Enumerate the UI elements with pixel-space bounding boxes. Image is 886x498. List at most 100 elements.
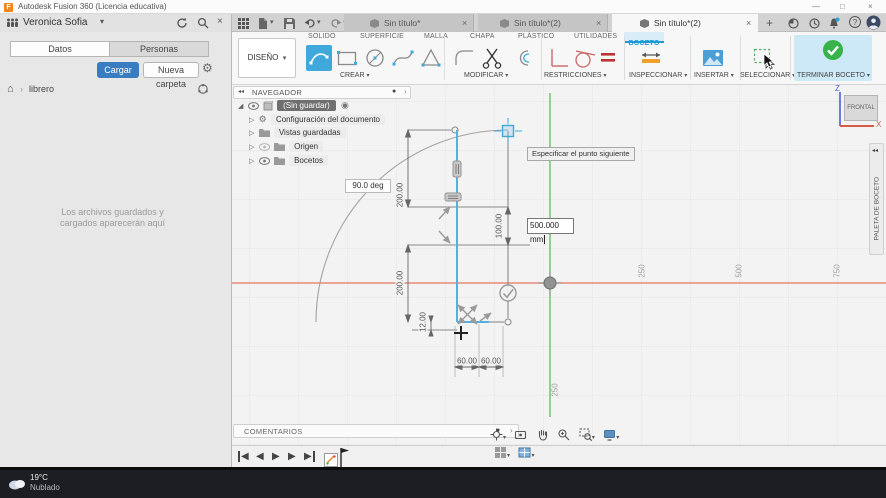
dimension-60-left[interactable]: 60.00 [455, 356, 479, 366]
item-label[interactable]: Configuración del documento [270, 114, 386, 125]
maximize-button[interactable]: □ [840, 0, 845, 14]
polygon-tool[interactable] [418, 45, 444, 71]
look-at-icon[interactable] [514, 428, 527, 441]
upload-button[interactable]: Cargar [97, 62, 139, 78]
chevron-down-icon[interactable]: ▾ [100, 17, 104, 26]
close-panel-icon[interactable]: × [217, 16, 223, 27]
dimension-100[interactable]: 100.00 [494, 212, 504, 240]
doc-tab-label[interactable]: Sin título*(2) [654, 14, 701, 32]
user-menu[interactable]: Veronica Sofia [23, 17, 88, 28]
navigator-item-vistas[interactable]: ▷ Vistas guardadas [249, 127, 346, 141]
eye-icon[interactable] [258, 156, 270, 165]
item-label[interactable]: Vistas guardadas [273, 127, 346, 138]
refresh-icon[interactable] [176, 17, 188, 29]
collapse-icon[interactable]: ◂◂ [872, 147, 878, 154]
dimension-12[interactable]: 12.00 [418, 310, 428, 334]
section-restricciones[interactable]: RESTRICCIONES ▾ [544, 72, 607, 79]
close-tab-icon[interactable]: × [746, 14, 751, 32]
doc-tab-1[interactable]: Sin título* × [344, 14, 474, 32]
spline-tool[interactable] [390, 45, 416, 71]
navigator-item-bocetos[interactable]: ▷ Bocetos [249, 155, 328, 169]
circle-tool[interactable] [362, 45, 388, 71]
close-tab-icon[interactable]: × [462, 14, 467, 32]
viewports-icon[interactable] [518, 446, 531, 459]
doc-tab-2[interactable]: Sin título*(2) × [478, 14, 608, 32]
close-window-button[interactable]: × [868, 0, 873, 14]
ribbon-tab-plastico[interactable]: PLÁSTICO [518, 33, 554, 40]
sketch-palette-collapsed[interactable]: ◂◂ PALETA DE BOCETO [869, 143, 884, 255]
doc-tab-3-active[interactable]: Sin título*(2) × [612, 14, 758, 32]
zoom-icon[interactable] [557, 428, 570, 441]
ribbon-tab-chapa[interactable]: CHAPA [470, 33, 495, 40]
undo-icon[interactable] [304, 18, 316, 29]
eye-icon[interactable] [247, 101, 259, 110]
breadcrumb-item-librero[interactable]: librero [29, 84, 54, 94]
rectangle-tool[interactable] [334, 45, 360, 71]
measure-tool[interactable] [638, 45, 664, 71]
navigator-header[interactable]: ◂◂ NAVEGADOR ● › [233, 86, 411, 99]
expand-icon[interactable]: ▷ [249, 158, 254, 165]
item-label[interactable]: Origen [289, 141, 324, 152]
chevron-down-icon[interactable]: ▾ [503, 435, 506, 441]
expand-icon[interactable]: ▷ [249, 130, 254, 137]
chevron-down-icon[interactable]: ▾ [507, 453, 510, 459]
section-insertar[interactable]: INSERTAR ▾ [694, 72, 734, 79]
expand-icon[interactable]: ▷ [249, 144, 254, 151]
section-modificar[interactable]: MODIFICAR ▾ [464, 72, 508, 79]
comments-bar[interactable]: COMENTARIOS ● › [233, 424, 519, 438]
line-tool[interactable] [306, 45, 332, 71]
minimize-button[interactable]: — [812, 0, 820, 14]
constraint-equal-tool[interactable] [598, 45, 618, 71]
pan-hand-icon[interactable] [536, 428, 549, 441]
timeline-sketch-marker[interactable] [324, 448, 350, 467]
ribbon-tab-solido[interactable]: SOLIDO [308, 33, 336, 40]
fillet-tool[interactable] [452, 45, 478, 71]
save-icon[interactable] [284, 18, 295, 29]
offset-tool[interactable] [508, 45, 534, 71]
activate-radio-icon[interactable]: ◉ [341, 100, 349, 110]
constraint-perpendicular-tool[interactable] [546, 45, 572, 71]
trim-tool[interactable] [480, 45, 506, 71]
section-crear[interactable]: CREAR ▾ [340, 72, 369, 79]
share-icon[interactable] [197, 83, 209, 95]
tab-datos[interactable]: Datos [10, 41, 110, 57]
display-settings-icon[interactable] [603, 428, 616, 441]
doc-tab-label[interactable]: Sin título* [384, 14, 420, 32]
chevron-down-icon[interactable]: ▾ [616, 435, 619, 441]
avatar[interactable] [866, 15, 881, 30]
eye-icon[interactable] [258, 142, 270, 151]
ribbon-tab-superficie[interactable]: SUPERFICIE [360, 33, 404, 40]
doc-tab-label[interactable]: Sin título*(2) [514, 14, 561, 32]
expand-icon[interactable]: ▷ [249, 117, 254, 124]
constraint-tangent-tool[interactable] [572, 45, 598, 71]
weather-temp[interactable]: 19°C [30, 473, 48, 482]
redo-icon[interactable] [330, 18, 342, 29]
timeline-play-button[interactable]: ▶ [272, 447, 280, 467]
home-icon[interactable]: ⌂ [7, 83, 14, 95]
weather-condition[interactable]: Nublado [30, 483, 60, 492]
notifications-bell-icon[interactable] [828, 17, 840, 29]
zoom-window-icon[interactable] [579, 428, 592, 442]
weather-icon[interactable] [8, 476, 26, 490]
dimension-value-input[interactable]: 500.000 mm [527, 218, 574, 244]
navigator-root-row[interactable]: ◢ (Sin guardar) ◉ [238, 100, 349, 113]
navigator-item-origen[interactable]: ▷ Origen [249, 141, 324, 155]
app-grid-icon[interactable] [238, 18, 249, 29]
timeline-skip-start-button[interactable]: ◀ [238, 447, 249, 467]
collapse-icon[interactable]: ◂◂ [238, 88, 244, 95]
section-inspeccionar[interactable]: INSPECCIONAR ▾ [629, 72, 687, 79]
timeline-step-forward-button[interactable]: ▶ [288, 447, 296, 467]
new-tab-button[interactable]: + [766, 14, 773, 32]
grid-settings-icon[interactable] [494, 446, 507, 459]
insert-image-tool[interactable] [700, 45, 726, 71]
help-icon[interactable]: ? [849, 16, 861, 28]
tab-personas[interactable]: Personas [109, 41, 209, 57]
view-cube[interactable]: Z FRONTAL X [830, 84, 882, 130]
ribbon-tab-utilidades[interactable]: UTILIDADES [574, 33, 617, 40]
finish-sketch-button[interactable]: TERMINAR BOCETO ▾ [794, 35, 872, 81]
dimension-60-right[interactable]: 60.00 [479, 356, 503, 366]
clock-icon[interactable] [809, 18, 820, 29]
chevron-down-icon[interactable]: ▾ [531, 453, 534, 459]
panel-options-icon[interactable]: ● [392, 88, 396, 95]
file-caret-icon[interactable]: ▾ [270, 18, 274, 26]
